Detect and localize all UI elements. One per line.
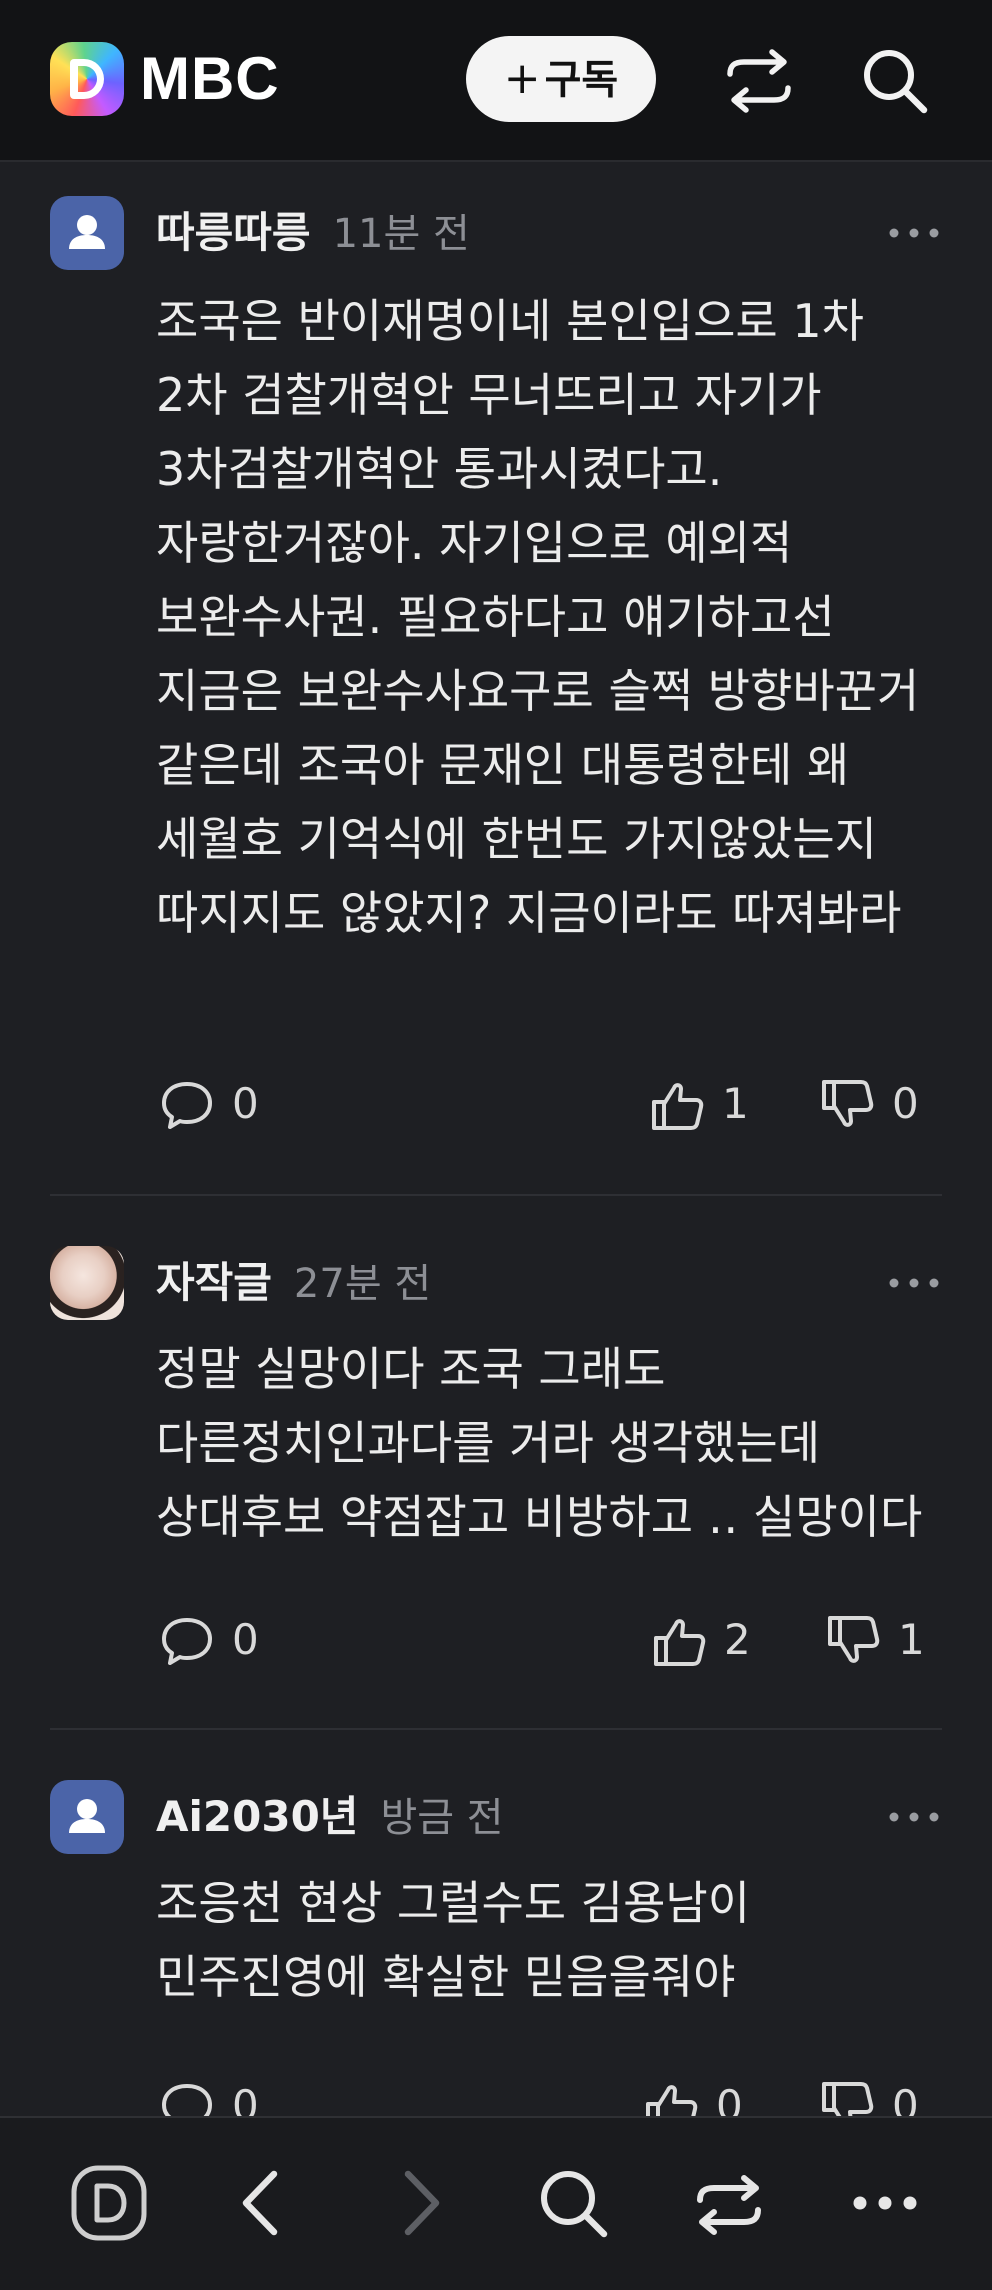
comment-text: 정말 실망이다 조국 그래도 다른정치인과다를 거라 생각했는데 상대후보 약점… [156, 1342, 923, 1544]
more-options-icon[interactable] [884, 218, 944, 248]
forward-icon[interactable] [374, 2158, 464, 2248]
like-button[interactable]: 1 [648, 1074, 768, 1134]
subscribe-button[interactable]: + 구독 [466, 36, 656, 122]
dislike-count: 0 [892, 1079, 919, 1128]
comment-item: 자작글 27분 전 정말 실망이다 조국 그래도 다른정치인과다를 거라 생각했는… [0, 1246, 992, 1686]
comment-divider [50, 1728, 942, 1730]
dislike-count: 0 [892, 2081, 919, 2116]
dislike-button[interactable]: 0 [818, 1074, 938, 1134]
user-avatar[interactable] [50, 1780, 124, 1854]
thumbs-up-icon [652, 1083, 704, 1130]
subscribe-label: 구독 [544, 57, 619, 103]
dislike-button[interactable]: 0 [818, 2076, 938, 2116]
more-options-icon[interactable] [884, 1268, 944, 1298]
bottom-nav-bar [0, 2116, 992, 2290]
reply-bubble-icon [162, 2084, 212, 2116]
search-icon[interactable] [858, 44, 932, 118]
comment-author[interactable]: Ai2030년 방금 전 [156, 1780, 504, 1854]
share-icon[interactable] [684, 2158, 774, 2248]
more-icon[interactable] [840, 2158, 930, 2248]
reply-bubble-icon [162, 1082, 212, 1129]
comment-time: 방금 전 [380, 1795, 504, 1841]
like-count: 0 [716, 2081, 743, 2116]
comments-page: MBC + 구독 따릉따릉 11분 전 조국은 반이재명이네 본인입으로 1차 2차… [0, 0, 992, 2290]
user-avatar[interactable] [50, 1246, 124, 1320]
thumbs-down-icon [822, 2082, 874, 2116]
reply-button[interactable]: 0 [158, 2076, 278, 2116]
back-icon[interactable] [218, 2158, 308, 2248]
comment-divider [50, 1194, 942, 1196]
dislike-count: 1 [898, 1615, 925, 1664]
like-count: 1 [722, 1079, 749, 1128]
like-count: 2 [724, 1615, 751, 1664]
user-avatar[interactable] [50, 196, 124, 270]
like-button[interactable]: 2 [650, 1610, 770, 1670]
thumbs-down-icon [822, 1080, 874, 1127]
comment-time: 27분 전 [293, 1261, 432, 1307]
reply-button[interactable]: 0 [158, 1074, 278, 1134]
channel-name[interactable]: MBC [140, 42, 280, 116]
reply-count: 0 [232, 1079, 259, 1128]
thumbs-down-icon [828, 1616, 880, 1663]
reply-button[interactable]: 0 [158, 1610, 278, 1670]
top-header: MBC + 구독 [0, 0, 992, 162]
comment-time: 11분 전 [332, 211, 470, 257]
user-icon [69, 1799, 105, 1833]
plus-icon: + [503, 53, 541, 104]
comment-item: Ai2030년 방금 전 조응천 현상 그럴수도 김용남이 민주진영에 확실한 믿… [0, 1780, 992, 2116]
daum-logo-icon[interactable] [50, 42, 124, 116]
comment-author[interactable]: 따릉따릉 11분 전 [156, 196, 470, 270]
comment-text: 조국은 반이재명이네 본인입으로 1차 2차 검찰개혁안 무너뜨리고 자기가 3… [156, 294, 920, 940]
reply-count: 0 [232, 1615, 259, 1664]
more-options-icon[interactable] [884, 1802, 944, 1832]
comment-text: 조응천 현상 그럴수도 김용남이 민주진영에 확실한 믿음을줘야 [156, 1876, 751, 2004]
search-icon[interactable] [528, 2158, 618, 2248]
like-button[interactable]: 0 [642, 2076, 762, 2116]
reply-count: 0 [232, 2081, 259, 2116]
share-icon[interactable] [722, 44, 796, 118]
reply-bubble-icon [162, 1618, 212, 1665]
thumbs-up-icon [654, 1619, 706, 1666]
thumbs-up-icon [646, 2085, 698, 2116]
daum-home-icon[interactable] [64, 2158, 154, 2248]
comment-author[interactable]: 자작글 27분 전 [156, 1246, 431, 1320]
dislike-button[interactable]: 1 [824, 1610, 944, 1670]
user-icon [69, 215, 105, 249]
comment-item: 따릉따릉 11분 전 조국은 반이재명이네 본인입으로 1차 2차 검찰개혁안 무… [0, 196, 992, 1196]
